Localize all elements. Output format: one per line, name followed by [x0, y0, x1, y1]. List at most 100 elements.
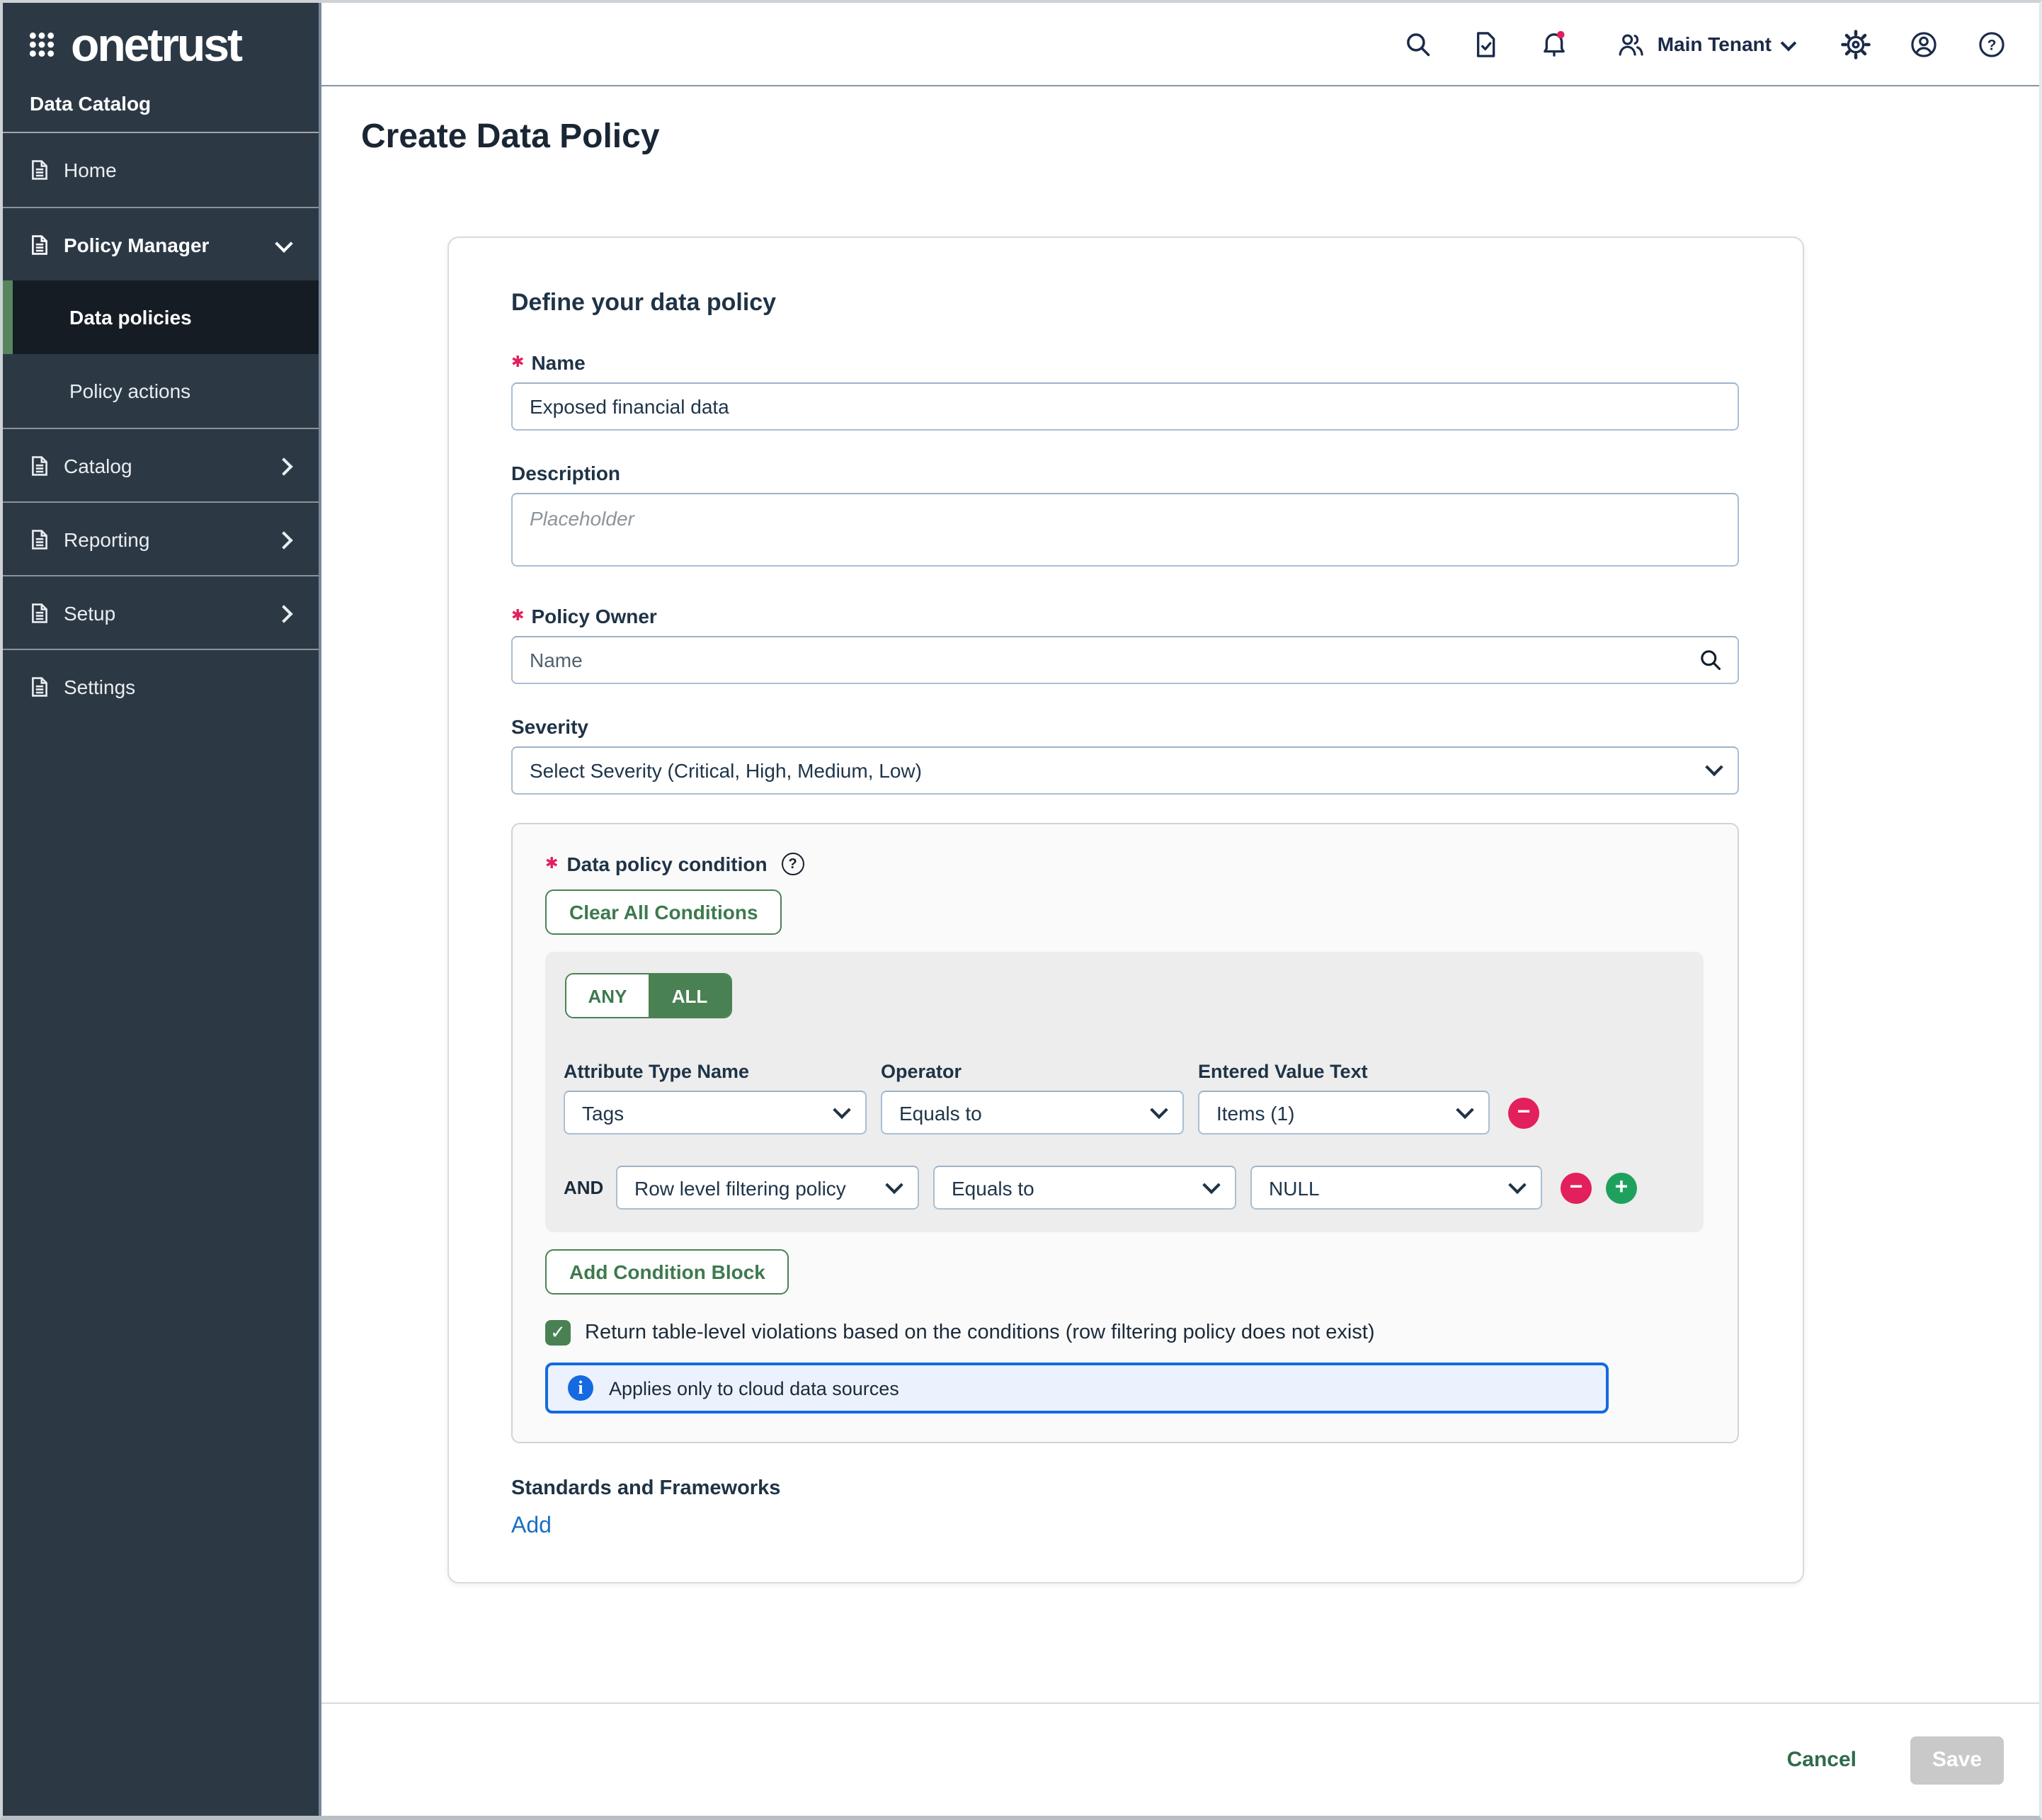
toggle-all[interactable]: ALL — [649, 974, 731, 1017]
search-icon[interactable] — [1404, 29, 1434, 59]
chevron-down-icon — [1205, 1176, 1218, 1199]
any-all-toggle: ANY ALL — [565, 973, 732, 1018]
condition-block: ANY ALL Attribute Type Name Operator Ent… — [545, 952, 1704, 1232]
sidebar-item-data-policies[interactable]: Data policies — [3, 280, 319, 354]
sidebar-item-label: Policy Manager — [64, 233, 209, 256]
sidebar-item-label: Catalog — [64, 454, 132, 477]
document-icon — [28, 233, 51, 256]
search-icon[interactable] — [1698, 647, 1723, 673]
sidebar-item-label: Settings — [64, 675, 135, 698]
sidebar-item-label: Setup — [64, 601, 115, 624]
conjunction-label: AND — [564, 1177, 616, 1198]
sidebar-item-policy-manager[interactable]: Policy Manager — [3, 207, 319, 280]
attribute-select[interactable]: Tags — [564, 1091, 867, 1134]
policy-form-card: Define your data policy ✱ Name Descripti… — [447, 237, 1804, 1583]
sidebar-item-label: Data policies — [69, 306, 192, 329]
chevron-right-icon — [278, 528, 290, 550]
save-button[interactable]: Save — [1910, 1736, 2004, 1784]
chevron-down-icon — [835, 1101, 848, 1124]
info-icon: i — [568, 1375, 593, 1401]
document-icon — [28, 675, 51, 698]
app-window: onetrust Data Catalog Home — [0, 0, 2042, 1820]
attribute-select[interactable]: Row level filtering policy — [616, 1166, 919, 1210]
brand-wordmark: onetrust — [71, 21, 241, 68]
notifications-bell-icon[interactable] — [1540, 29, 1570, 59]
sidebar-item-label: Reporting — [64, 528, 149, 550]
form-section-title: Define your data policy — [511, 289, 1739, 317]
header-attribute-type-name: Attribute Type Name — [564, 1061, 867, 1082]
header-entered-value-text: Entered Value Text — [1198, 1061, 1490, 1082]
name-input[interactable] — [511, 382, 1739, 431]
policy-owner-field-group: ✱ Policy Owner — [511, 605, 1739, 684]
document-icon — [28, 454, 51, 477]
severity-label: Severity — [511, 715, 1739, 738]
cancel-button[interactable]: Cancel — [1787, 1748, 1856, 1772]
clear-all-conditions-button[interactable]: Clear All Conditions — [545, 889, 782, 935]
document-icon — [28, 601, 51, 624]
sidebar-item-label: Policy actions — [69, 380, 190, 402]
product-name: Data Catalog — [30, 92, 319, 115]
add-condition-block-button[interactable]: Add Condition Block — [545, 1249, 789, 1295]
sidebar-item-settings[interactable]: Settings — [3, 649, 319, 722]
value-select[interactable]: Items (1) — [1198, 1091, 1490, 1134]
value-select[interactable]: NULL — [1250, 1166, 1542, 1210]
sidebar: onetrust Data Catalog Home — [3, 3, 321, 1816]
condition-section: ✱ Data policy condition ? Clear All Cond… — [511, 823, 1739, 1443]
info-banner-text: Applies only to cloud data sources — [609, 1377, 899, 1399]
document-icon — [28, 528, 51, 550]
sidebar-item-reporting[interactable]: Reporting — [3, 501, 319, 575]
condition-headers: Attribute Type Name Operator Entered Val… — [564, 1061, 1684, 1082]
footer-action-bar: Cancel Save — [321, 1702, 2039, 1816]
required-asterisk: ✱ — [511, 352, 524, 370]
table-level-violations-option: ✓ Return table-level violations based on… — [545, 1320, 1704, 1346]
operator-select[interactable]: Equals to — [933, 1166, 1236, 1210]
chevron-down-icon — [278, 233, 290, 256]
main-content: Create Data Policy Define your data poli… — [321, 86, 2039, 1702]
brand-logo[interactable]: onetrust — [3, 3, 319, 68]
description-input[interactable] — [511, 493, 1739, 567]
required-asterisk: ✱ — [511, 605, 524, 624]
chevron-right-icon — [278, 454, 290, 477]
help-icon[interactable]: ? — [1977, 29, 2007, 59]
required-asterisk: ✱ — [545, 853, 558, 872]
tenant-selector[interactable]: Main Tenant — [1616, 29, 1794, 59]
checkbox-checked-icon[interactable]: ✓ — [545, 1320, 571, 1346]
sidebar-item-setup[interactable]: Setup — [3, 575, 319, 649]
chevron-down-icon — [888, 1176, 901, 1199]
add-condition-icon[interactable]: + — [1606, 1172, 1637, 1203]
standards-add-link[interactable]: Add — [511, 1514, 552, 1540]
severity-field-group: Severity Select Severity (Critical, High… — [511, 715, 1739, 795]
remove-condition-icon[interactable]: − — [1508, 1097, 1539, 1128]
header-operator: Operator — [881, 1061, 1184, 1082]
sidebar-item-catalog[interactable]: Catalog — [3, 428, 319, 501]
chevron-right-icon — [278, 601, 290, 624]
severity-select[interactable]: Select Severity (Critical, High, Medium,… — [511, 746, 1739, 795]
severity-select-value: Select Severity (Critical, High, Medium,… — [530, 759, 922, 782]
topbar: Main Tenant ? — [321, 3, 2039, 86]
sidebar-item-home[interactable]: Home — [3, 133, 319, 207]
condition-row: AND Row level filtering policy Equals to… — [564, 1166, 1684, 1210]
info-banner: i Applies only to cloud data sources — [545, 1363, 1609, 1414]
document-icon — [28, 159, 51, 181]
toggle-any[interactable]: ANY — [566, 974, 649, 1017]
chevron-down-icon — [1783, 33, 1794, 55]
name-field-group: ✱ Name — [511, 351, 1739, 431]
sidebar-nav: Home Policy Manager Data policies Policy… — [3, 132, 319, 722]
chevron-down-icon — [1153, 1101, 1165, 1124]
help-icon[interactable]: ? — [782, 853, 804, 875]
users-icon — [1616, 29, 1646, 59]
document-check-icon[interactable] — [1472, 29, 1502, 59]
chevron-down-icon — [1511, 1176, 1524, 1199]
standards-frameworks-label: Standards and Frameworks — [511, 1477, 1739, 1500]
svg-text:?: ? — [1987, 37, 1997, 53]
policy-owner-label: ✱ Policy Owner — [511, 605, 1739, 627]
policy-owner-input[interactable] — [511, 636, 1739, 684]
user-account-icon[interactable] — [1909, 29, 1939, 59]
condition-label: ✱ Data policy condition ? — [545, 853, 1704, 875]
settings-gear-icon[interactable] — [1841, 29, 1871, 59]
sidebar-item-policy-actions[interactable]: Policy actions — [3, 354, 319, 428]
checkbox-label: Return table-level violations based on t… — [585, 1321, 1375, 1344]
operator-select[interactable]: Equals to — [881, 1091, 1184, 1134]
name-label: ✱ Name — [511, 351, 1739, 374]
remove-condition-icon[interactable]: − — [1561, 1172, 1592, 1203]
